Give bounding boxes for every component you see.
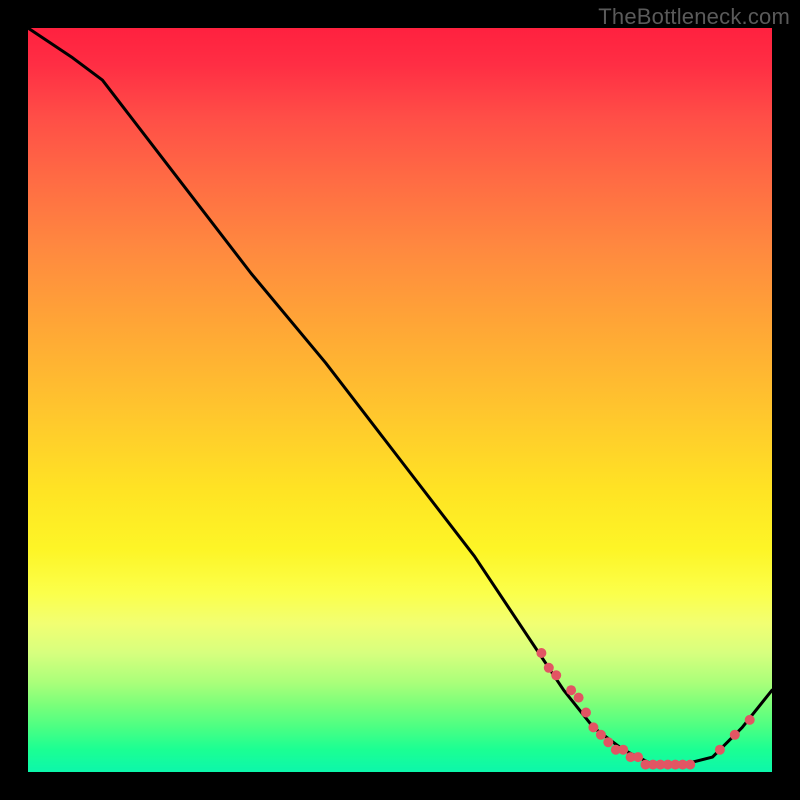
highlight-dot	[566, 685, 576, 695]
watermark-label: TheBottleneck.com	[598, 4, 790, 30]
chart-svg	[28, 28, 772, 772]
highlight-dot	[544, 663, 554, 673]
highlight-dots	[536, 648, 754, 770]
highlight-dot	[618, 745, 628, 755]
highlight-dot	[536, 648, 546, 658]
chart-frame: TheBottleneck.com	[0, 0, 800, 800]
plot-area	[28, 28, 772, 772]
highlight-dot	[574, 693, 584, 703]
highlight-dot	[603, 737, 613, 747]
highlight-dot	[745, 715, 755, 725]
highlight-dot	[581, 708, 591, 718]
highlight-dot	[596, 730, 606, 740]
highlight-dot	[730, 730, 740, 740]
highlight-dot	[685, 760, 695, 770]
curve-path	[28, 28, 772, 765]
highlight-dot	[715, 745, 725, 755]
highlight-dot	[588, 722, 598, 732]
highlight-dot	[633, 752, 643, 762]
curve-line	[28, 28, 772, 765]
highlight-dot	[551, 670, 561, 680]
